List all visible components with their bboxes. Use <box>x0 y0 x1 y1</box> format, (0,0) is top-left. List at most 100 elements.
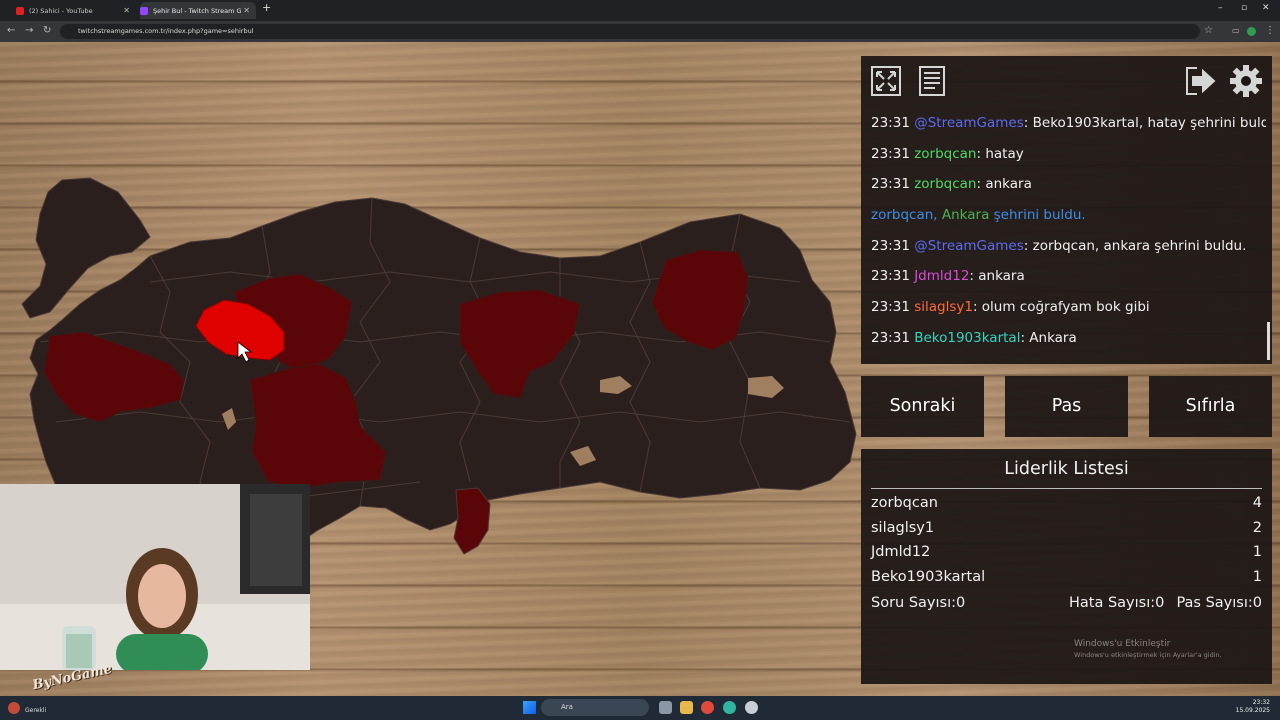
system-clock[interactable]: 23:32 15.09.2025 <box>1236 699 1270 715</box>
reload-icon[interactable]: ↻ <box>43 25 51 36</box>
chrome-icon[interactable] <box>701 701 714 714</box>
edge-icon[interactable] <box>723 701 736 714</box>
exit-icon[interactable] <box>1183 64 1217 98</box>
start-windows-icon[interactable] <box>523 701 536 714</box>
search-label: Ara <box>561 703 573 711</box>
address-bar-row: ← → ↻ twitchstreamgames.com.tr/index.php… <box>0 21 1280 42</box>
player-name: Beko1903kartal <box>871 569 986 585</box>
chat-message: 23:31 Beko1903kartal: Ankara <box>861 323 1266 354</box>
chat-time: 23:31 <box>871 237 910 254</box>
chat-user: zorbqcan <box>914 145 977 162</box>
chat-message: 23:31 @StreamGames: zorbqcan, ankara şeh… <box>861 231 1266 262</box>
chat-panel: 23:31 @StreamGames: Beko1903kartal, hata… <box>861 56 1272 364</box>
windows-taskbar: Gerekli Ara 23:32 15.09.2025 <box>0 696 1280 720</box>
new-tab-button[interactable]: + <box>262 1 271 14</box>
chat-message: 23:31 Jdmld12: ankara <box>861 261 1266 292</box>
chat-message: 23:31 silaglsy1: olum coğrafyam bok gibi <box>861 292 1266 323</box>
reset-button[interactable]: Sıfırla <box>1149 376 1272 437</box>
site-icon <box>140 6 148 15</box>
chat-text: : Beko1903kartal, hatay şehrini buldu. <box>1023 115 1266 131</box>
chat-message: 23:31 zorbqcan: hatay <box>861 139 1266 170</box>
clock-date: 15.09.2025 <box>1235 707 1270 714</box>
player-name: zorbqcan <box>871 495 938 511</box>
chat-scrollbar[interactable] <box>1267 322 1270 360</box>
tab-label: Şehir Bul - Twitch Stream Games <box>153 6 241 15</box>
game-stats: Soru Sayısı:0 Hata Sayısı:0 Pas Sayısı:0 <box>871 595 1262 619</box>
back-icon[interactable]: ← <box>7 25 15 36</box>
region-hatay <box>453 487 491 555</box>
chat-text: : zorbqcan, ankara şehrini buldu. <box>1023 237 1247 254</box>
game-page: ByNoGame 23:31 @StreamGames: Beko1903kar… <box>0 42 1280 696</box>
task-view-icon[interactable] <box>659 701 672 714</box>
url-input[interactable]: twitchstreamgames.com.tr/index.php?game=… <box>60 24 1200 39</box>
divider <box>871 488 1262 489</box>
chat-user: @StreamGames <box>914 115 1024 131</box>
notice-text: şehrini buldu. <box>993 207 1086 224</box>
forward-icon[interactable]: → <box>25 25 33 36</box>
chat-time: 23:31 <box>871 268 910 285</box>
leaderboard-row: Beko1903kartal 1 <box>871 569 1262 593</box>
leaderboard-panel: Liderlik Listesi zorbqcan 4 silaglsy1 2 … <box>861 449 1272 684</box>
chat-user: Beko1903kartal <box>914 329 1021 346</box>
error-count: Hata Sayısı:0 <box>1069 595 1165 611</box>
chat-text: : hatay <box>976 145 1024 162</box>
fullscreen-icon[interactable] <box>869 64 903 98</box>
browser-tab-bar: (2) Sahici - YouTube ✕ Şehir Bul - Twitc… <box>0 0 1280 21</box>
weather-icon[interactable] <box>8 702 20 714</box>
minimize-button[interactable]: – <box>1218 3 1223 13</box>
url-text: twitchstreamgames.com.tr/index.php?game=… <box>78 27 254 35</box>
weather-text: Gerekli <box>25 707 47 714</box>
window-close-button[interactable]: ✕ <box>1262 3 1270 13</box>
chat-text: : ankara <box>976 176 1032 193</box>
leaderboard-title: Liderlik Listesi <box>1004 459 1129 479</box>
chat-user: @StreamGames <box>914 237 1024 254</box>
cast-icon[interactable]: ▭ <box>1232 26 1240 35</box>
chat-text: : ankara <box>969 268 1025 285</box>
player-score: 4 <box>1252 495 1262 511</box>
restore-button[interactable]: ▫ <box>1241 3 1247 13</box>
tab-label: (2) Sahici - YouTube <box>29 6 93 15</box>
pass-button[interactable]: Pas <box>1005 376 1128 437</box>
player-score: 2 <box>1252 520 1262 536</box>
chat-user: silaglsy1 <box>914 299 973 316</box>
player-name: silaglsy1 <box>871 520 935 536</box>
windows-activation-notice: Windows'u Etkinleştir Windows'u etkinleş… <box>1074 639 1222 661</box>
youtube-icon <box>16 6 24 15</box>
player-score: 1 <box>1252 544 1262 560</box>
question-count: Soru Sayısı:0 <box>871 595 966 611</box>
chat-time: 23:31 <box>871 329 910 346</box>
close-icon[interactable]: ✕ <box>123 6 130 15</box>
chat-message: 23:31 zorbqcan: ankara <box>861 169 1266 200</box>
tab-youtube[interactable]: (2) Sahici - YouTube ✕ <box>16 2 136 19</box>
file-explorer-icon[interactable] <box>680 701 693 714</box>
player-name: Jdmld12 <box>871 544 931 560</box>
menu-icon[interactable]: ⋮ <box>1265 25 1275 36</box>
bookmark-star-icon[interactable]: ☆ <box>1204 25 1213 36</box>
chat-time: 23:31 <box>871 115 910 131</box>
chat-text: : olum coğrafyam bok gibi <box>972 299 1150 316</box>
chat-user: zorbqcan <box>914 176 977 193</box>
leaderboard-row: Jdmld12 1 <box>871 544 1262 568</box>
chat-notice: zorbqcan, Ankara şehrini buldu. <box>861 200 1266 231</box>
extension-icon[interactable] <box>1247 27 1256 36</box>
chat-text: : Ankara <box>1020 329 1077 346</box>
next-button[interactable]: Sonraki <box>861 376 984 437</box>
settings-gear-icon[interactable] <box>1229 64 1263 98</box>
chat-time: 23:31 <box>871 299 910 316</box>
notice-user: zorbqcan, <box>871 207 938 224</box>
activation-subtitle: Windows'u etkinleştirmek için Ayarlar'a … <box>1074 651 1222 659</box>
tab-sehir-bul[interactable]: Şehir Bul - Twitch Stream Games ✕ <box>140 2 256 19</box>
webcam-overlay <box>0 484 310 670</box>
pass-count: Pas Sayısı:0 <box>1176 595 1262 611</box>
leaderboard-row: silaglsy1 2 <box>871 520 1262 544</box>
chat-user: Jdmld12 <box>914 268 970 285</box>
close-icon[interactable]: ✕ <box>243 6 250 15</box>
taskbar-search[interactable]: Ara <box>541 699 649 716</box>
leaderboard-row: zorbqcan 4 <box>871 495 1262 519</box>
chat-log[interactable]: 23:31 @StreamGames: Beko1903kartal, hata… <box>861 108 1266 364</box>
rules-document-icon[interactable] <box>915 64 949 98</box>
clock-time: 23:32 <box>1252 699 1270 706</box>
chat-time: 23:31 <box>871 145 910 162</box>
player-score: 1 <box>1252 569 1262 585</box>
app-icon[interactable] <box>745 701 758 714</box>
